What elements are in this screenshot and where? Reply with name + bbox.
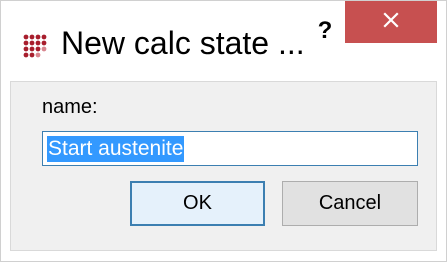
dialog-title: New calc state ... xyxy=(61,25,305,61)
dot-cluster-icon xyxy=(23,34,51,60)
cancel-button-label: Cancel xyxy=(318,192,382,214)
title-bar[interactable]: New calc state ... ? xyxy=(1,1,446,85)
help-button[interactable]: ? xyxy=(307,13,343,53)
close-button[interactable] xyxy=(345,1,437,43)
close-icon xyxy=(383,11,399,33)
name-label: name: xyxy=(42,96,98,118)
ok-button-label: OK xyxy=(183,192,212,214)
dialog-window: New calc state ... ? name: Start austeni… xyxy=(0,0,447,262)
name-input[interactable]: Start austenite xyxy=(42,131,418,166)
name-input-value: Start austenite xyxy=(47,136,185,162)
ok-button[interactable]: OK xyxy=(130,181,265,226)
help-icon: ? xyxy=(317,17,333,44)
cancel-button[interactable]: Cancel xyxy=(282,181,418,226)
